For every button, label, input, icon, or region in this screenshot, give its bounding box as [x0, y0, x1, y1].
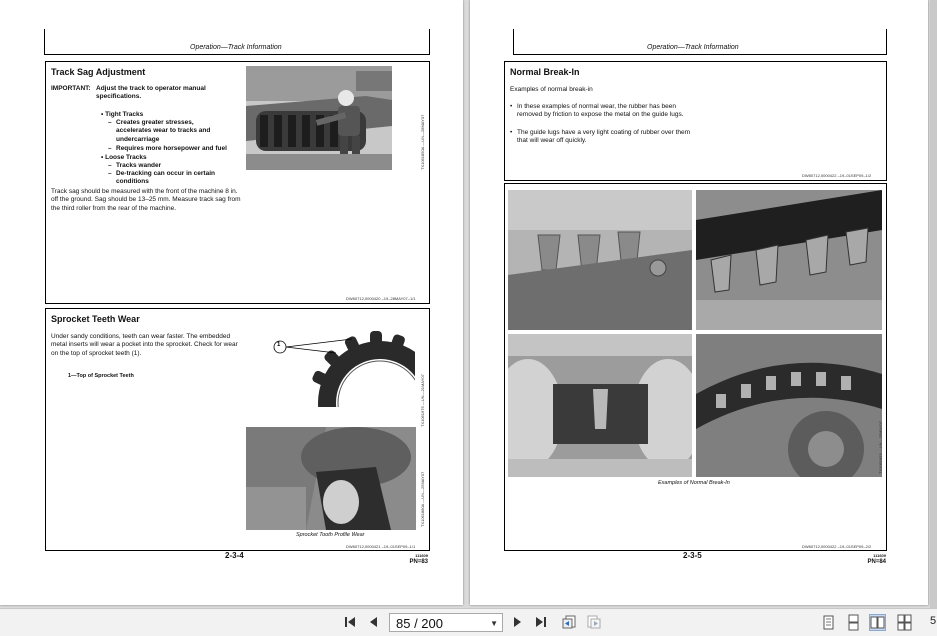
track-lugs-photo-illustration	[696, 190, 882, 330]
track-lugs-photo-illustration	[696, 334, 882, 477]
break-in-photo-3	[508, 334, 692, 477]
reference-code: DW80712,0000421 –19–01SEP09–1/1	[346, 544, 416, 549]
section-title: Sprocket Teeth Wear	[51, 314, 140, 324]
photo-code: TX1061850A —UN—28MAY07	[420, 114, 425, 170]
photo-caption: Examples of Normal Break-In	[658, 480, 730, 486]
normal-break-in-photos: TX1061853 —UN—25MAY07 Examples of Normal…	[504, 183, 887, 551]
sprocket-illustration: 1	[270, 325, 415, 407]
go-back-icon[interactable]	[561, 614, 577, 630]
break-in-photo-4	[696, 334, 882, 477]
sprocket-wear-section: Sprocket Teeth Wear Under sandy conditio…	[45, 308, 430, 551]
prev-page-icon[interactable]	[366, 614, 382, 630]
section-title: Normal Break-In	[510, 67, 580, 77]
break-in-bullet-1: • In these examples of normal wear, the r…	[510, 103, 684, 119]
first-page-icon[interactable]	[342, 614, 358, 630]
single-page-view-icon[interactable]	[820, 614, 837, 631]
two-page-view-icon[interactable]	[869, 614, 886, 631]
loose-item-2: – De-tracking can occur in certain condit…	[108, 170, 215, 186]
next-page-edge	[930, 0, 937, 608]
last-page-icon[interactable]	[533, 614, 549, 630]
callout-1: 1	[277, 342, 281, 348]
photo-code: TX1061853 —UN—25MAY07	[878, 421, 883, 474]
page-number: 2-3-5	[683, 551, 702, 560]
important-text: Adjust the track to operator manual spec…	[96, 85, 206, 101]
photo-code: TX1061675 —UN—21MAY07	[420, 374, 425, 427]
page-small-code: 111609 PN=84	[867, 553, 886, 565]
document-viewer[interactable]: Operation—Track Information Track Sag Ad…	[0, 0, 937, 608]
page-header: Operation—Track Information	[190, 44, 282, 51]
go-forward-icon[interactable]	[586, 614, 602, 630]
technician-photo-illustration	[246, 66, 392, 170]
track-sag-photo	[246, 66, 392, 170]
page-number: 2-3-4	[225, 551, 244, 560]
page-select[interactable]: 85 / 200 ▼	[389, 613, 503, 632]
next-page-icon[interactable]	[509, 614, 525, 630]
continuous-view-icon[interactable]	[845, 614, 862, 631]
normal-break-in-section: Normal Break-In Examples of normal break…	[504, 61, 887, 181]
chevron-down-icon: ▼	[490, 619, 498, 628]
track-lugs-photo-illustration	[508, 334, 692, 477]
break-in-bullet-2: • The guide lugs have a very light coatin…	[510, 129, 691, 145]
sprocket-wear-photo-illustration	[246, 427, 416, 530]
break-in-photo-1	[508, 190, 692, 330]
reference-code: DW80712,0000422 –19–01SEP09–1/2	[802, 173, 872, 178]
sprocket-icon	[273, 331, 415, 407]
page-header-frame	[513, 29, 887, 55]
page-small-code: 111609 PN=83	[409, 553, 428, 565]
page-header-frame	[44, 29, 430, 55]
track-lugs-photo-illustration	[508, 190, 692, 330]
break-in-photo-2	[696, 190, 882, 330]
right-page: Operation—Track Information Normal Break…	[470, 0, 928, 605]
sprocket-body: Under sandy conditions, teeth can wear f…	[51, 333, 238, 357]
track-sag-body: Track sag should be measured with the fr…	[51, 188, 241, 212]
tight-item-2: – Requires more horsepower and fuel	[108, 145, 227, 152]
track-sag-section: Track Sag Adjustment IMPORTANT: Adjust t…	[45, 61, 430, 304]
reference-code: DW80712,0000420 –19–28MAY07–1/1	[346, 296, 416, 301]
sprocket-wear-photo	[246, 427, 416, 530]
section-title: Track Sag Adjustment	[51, 67, 146, 77]
important-label: IMPORTANT:	[51, 85, 91, 92]
tight-item-1: – Creates greater stresses, accelerates w…	[108, 119, 211, 143]
break-in-intro: Examples of normal break-in	[510, 86, 593, 93]
photo-caption: Sprocket Tooth Profile Wear	[296, 532, 365, 538]
edge-char: 5	[930, 615, 937, 627]
page-header: Operation—Track Information	[647, 44, 739, 51]
navigation-toolbar: 85 / 200 ▼ 5	[0, 608, 937, 636]
left-page: Operation—Track Information Track Sag Ad…	[0, 0, 463, 605]
reference-code: DW80712,0000422 –19–01SEP09–2/2	[802, 544, 872, 549]
photo-code: TX1061880A —UN—25MAY07	[420, 471, 425, 527]
two-page-continuous-view-icon[interactable]	[896, 614, 913, 631]
legend: 1—Top of Sprocket Teeth	[68, 373, 134, 379]
